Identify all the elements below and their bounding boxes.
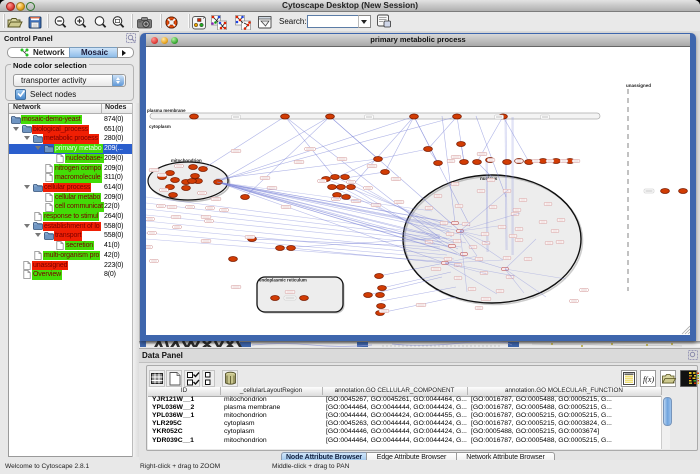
svg-text:mitochondrion: mitochondrion (171, 158, 202, 163)
svg-text:unassigned: unassigned (626, 83, 651, 88)
svg-text:endoplasmic reticulum: endoplasmic reticulum (259, 278, 307, 283)
svg-text:plasma membrane: plasma membrane (147, 108, 186, 113)
svg-text:cytoplasm: cytoplasm (149, 124, 171, 129)
svg-text:f(x): f(x) (643, 375, 654, 384)
